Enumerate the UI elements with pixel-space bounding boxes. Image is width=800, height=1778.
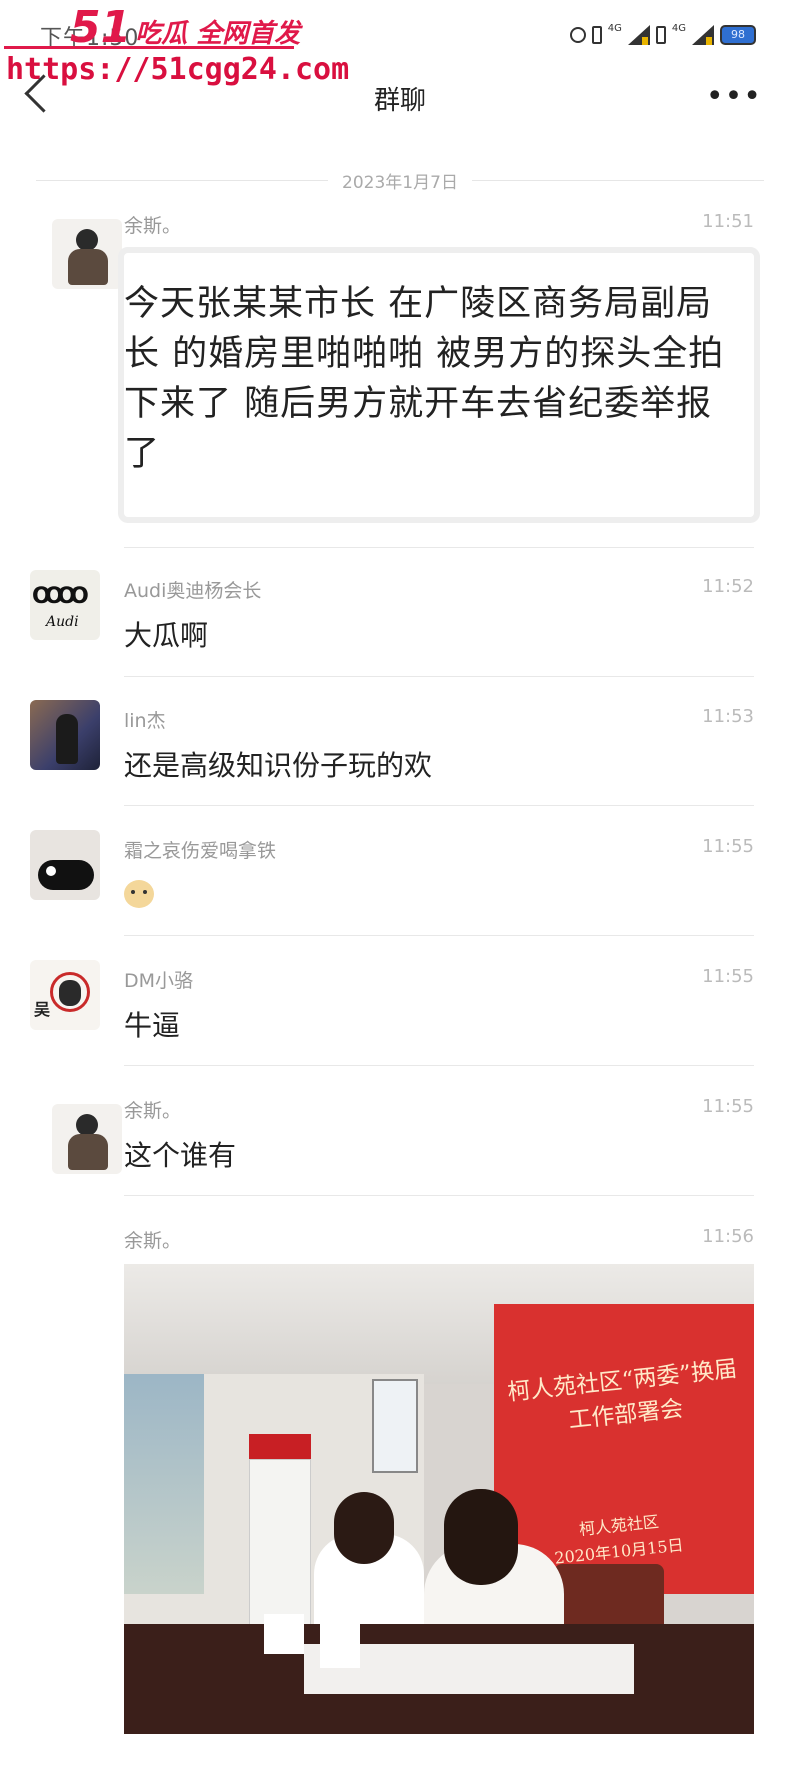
message-time: 11:52 [702, 576, 754, 597]
network-4g-icon-2: 4G [671, 22, 686, 34]
message-text: 今天张某某市长 在广陵区商务局副局长 的婚房里啪啪啪 被男方的探头全拍下来了 随… [124, 284, 725, 474]
watermark-tagline: 吃瓜 全网首发 [135, 19, 301, 49]
message-emoji[interactable] [124, 876, 154, 909]
sender-name: 余斯。 [124, 1230, 182, 1252]
divider [124, 805, 754, 806]
audi-rings-icon: OOOO [32, 584, 89, 609]
watermark-logo: 51 吃瓜 全网首发 [70, 6, 300, 50]
divider [124, 1065, 754, 1066]
watermark-number: 51 [70, 2, 132, 53]
alarm-icon [569, 27, 586, 43]
message-item: 余斯。 11:55 这个谁有 [0, 1090, 800, 1190]
message-time: 11:56 [702, 1226, 754, 1247]
sender-name: 霜之哀伤爱喝拿铁 [124, 840, 277, 862]
avatar-label: 吴 [34, 1000, 51, 1019]
divider [124, 547, 754, 548]
message-item: lin杰 11:53 还是高级知识份子玩的欢 [0, 700, 800, 800]
message-text[interactable]: 还是高级知识份子玩的欢 [124, 744, 432, 784]
message-text[interactable]: 大瓜啊 [124, 614, 208, 654]
divider [124, 676, 754, 677]
message-text[interactable]: 牛逼 [124, 1004, 180, 1044]
doge-emoji-icon [124, 880, 154, 908]
divider [124, 1195, 754, 1196]
message-item: 余斯。 11:51 今天张某某市长 在广陵区商务局副局长 的婚房里啪啪啪 被男方… [0, 205, 800, 535]
bear-avatar[interactable] [30, 830, 100, 900]
network-4g-icon: 4G [607, 22, 622, 34]
message-item: 余斯。 11:56 柯人苑社区“两委”换届工作部署会 柯人苑社区 2020年10… [0, 1220, 800, 1778]
sender-name: DM小骆 [124, 970, 194, 992]
message-time: 11:55 [702, 966, 754, 987]
battery-icon: 98 [720, 25, 756, 45]
message-time: 11:53 [702, 706, 754, 727]
message-item: 霜之哀伤爱喝拿铁 11:55 [0, 830, 800, 930]
nav-bar: 群聊 ••• [0, 66, 800, 130]
person-avatar[interactable] [52, 219, 122, 289]
sender-name: 余斯。 [124, 215, 182, 237]
message-text[interactable]: 这个谁有 [124, 1134, 236, 1174]
dm-avatar[interactable]: 吴 [30, 960, 100, 1030]
sim-icon [591, 26, 602, 44]
watermark-underline [4, 46, 294, 49]
divider [124, 935, 754, 936]
sender-name: lin杰 [124, 710, 166, 732]
sim2-icon [655, 26, 666, 44]
avatar-label: Audi [46, 614, 79, 630]
message-time: 11:55 [702, 1096, 754, 1117]
date-label: 2023年1月7日 [342, 172, 458, 193]
lin-avatar[interactable] [30, 700, 100, 770]
date-divider: 2023年1月7日 [36, 168, 764, 193]
status-icons: 4G 4G 98 [569, 22, 756, 48]
meeting-photo[interactable]: 柯人苑社区“两委”换届工作部署会 柯人苑社区 2020年10月15日 [124, 1264, 754, 1734]
sender-name: Audi奥迪杨会长 [124, 580, 262, 602]
more-icon[interactable]: ••• [706, 82, 762, 112]
page-title: 群聊 [373, 86, 426, 116]
message-bubble[interactable]: 今天张某某市长 在广陵区商务局副局长 的婚房里啪啪啪 被男方的探头全拍下来了 随… [124, 253, 754, 517]
sender-name: 余斯。 [124, 1100, 182, 1122]
message-time: 11:51 [702, 211, 754, 232]
audi-avatar[interactable]: OOOO Audi [30, 570, 100, 640]
message-time: 11:55 [702, 836, 754, 857]
signal-icon-2 [692, 25, 714, 45]
message-item: OOOO Audi Audi奥迪杨会长 11:52 大瓜啊 [0, 570, 800, 670]
message-item: 吴 DM小骆 11:55 牛逼 [0, 960, 800, 1060]
person-avatar[interactable] [52, 1104, 122, 1174]
signal-icon [627, 25, 650, 45]
